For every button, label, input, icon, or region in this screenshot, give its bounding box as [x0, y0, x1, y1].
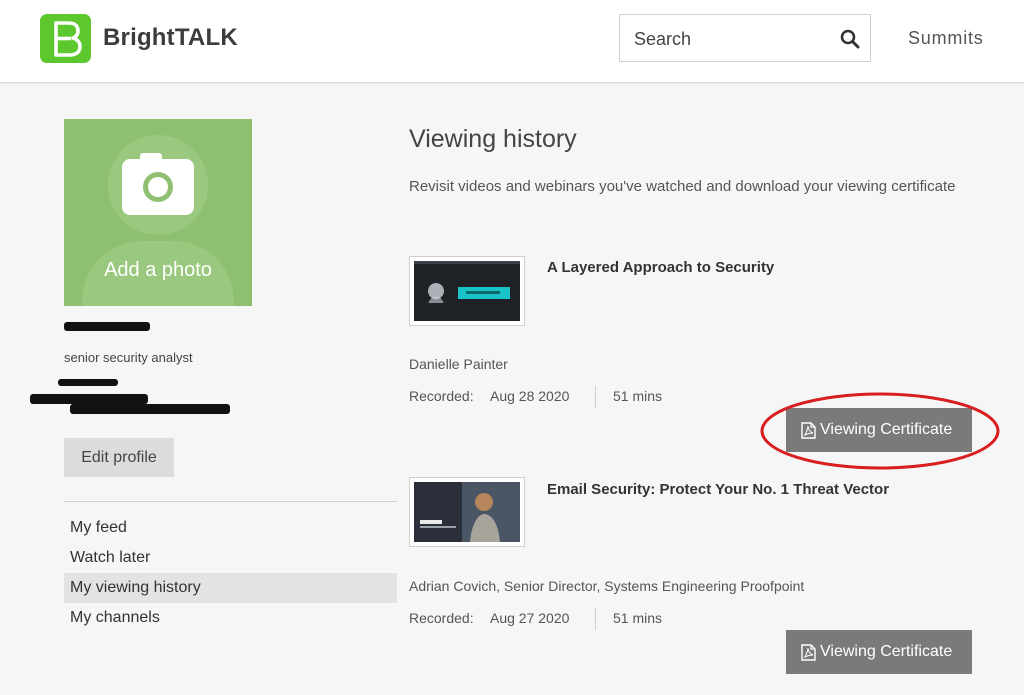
video-thumbnail[interactable]: [409, 256, 525, 326]
viewing-certificate-label: Viewing Certificate: [820, 421, 953, 438]
redacted-company: [58, 379, 118, 386]
edit-profile-button[interactable]: Edit profile: [64, 438, 174, 477]
job-title: senior security analyst: [64, 350, 193, 365]
avatar-add-photo[interactable]: Add a photo: [64, 119, 252, 306]
pdf-icon: [801, 644, 816, 666]
sidebar-divider: [64, 501, 397, 502]
sidebar-item-my-viewing-history[interactable]: My viewing history: [64, 573, 397, 603]
video-title[interactable]: A Layered Approach to Security: [547, 259, 774, 276]
video-presenter: Danielle Painter: [409, 356, 508, 372]
camera-icon: [120, 153, 196, 222]
sidebar-item-my-feed[interactable]: My feed: [64, 513, 397, 543]
viewing-certificate-button[interactable]: Viewing Certificate: [786, 408, 972, 452]
summits-link[interactable]: Summits: [908, 28, 984, 49]
video-duration: 51 mins: [613, 610, 663, 626]
redacted-company-line: [30, 394, 148, 404]
video-title[interactable]: Email Security: Protect Your No. 1 Threa…: [547, 481, 889, 498]
viewing-certificate-button[interactable]: Viewing Certificate: [786, 630, 972, 674]
page-description: Revisit videos and webinars you've watch…: [409, 178, 956, 195]
search-input[interactable]: [634, 27, 824, 51]
recorded-label: Recorded:: [409, 610, 474, 626]
page-title: Viewing history: [409, 125, 577, 153]
recorded-date: Aug 28 2020: [490, 388, 570, 404]
viewing-certificate-label: Viewing Certificate: [820, 643, 953, 660]
meta-divider: [595, 386, 596, 408]
search-box[interactable]: [619, 14, 871, 62]
video-presenter: Adrian Covich, Senior Director, Systems …: [409, 578, 805, 594]
brand-name[interactable]: BrightTALK: [103, 24, 238, 52]
video-duration: 51 mins: [613, 388, 663, 404]
sidebar-item-my-channels[interactable]: My channels: [64, 603, 397, 633]
meta-divider: [595, 608, 596, 630]
sidebar-nav: My feed Watch later My viewing history M…: [64, 513, 397, 633]
redacted-details: [70, 404, 230, 414]
recorded-date: Aug 27 2020: [490, 610, 570, 626]
redacted-name: [64, 322, 150, 331]
recorded-label: Recorded:: [409, 388, 474, 404]
site-header: BrightTALK Summits: [0, 0, 1024, 83]
sidebar-item-watch-later[interactable]: Watch later: [64, 543, 397, 573]
search-icon[interactable]: [840, 29, 860, 54]
add-photo-label: Add a photo: [104, 259, 212, 281]
pdf-icon: [801, 422, 816, 444]
video-thumbnail[interactable]: [409, 477, 525, 547]
brighttalk-logo-icon[interactable]: [40, 14, 91, 63]
